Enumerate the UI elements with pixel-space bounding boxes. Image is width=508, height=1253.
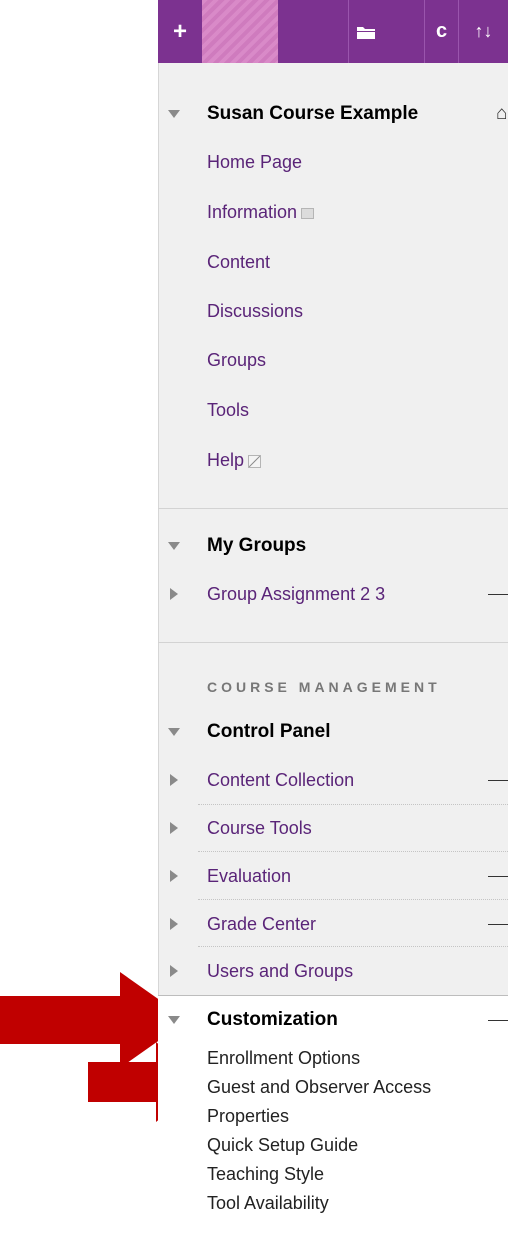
menu-dash xyxy=(488,593,508,595)
hidden-icon xyxy=(248,454,262,468)
nav-home-page[interactable]: Home Page xyxy=(207,152,302,173)
course-menu-panel: + c ↑↓ Susan Course Example ⌂ Home Page … xyxy=(158,0,508,1253)
home-icon[interactable]: ⌂ xyxy=(496,103,507,125)
divider xyxy=(158,642,508,643)
content-collection-link[interactable]: Content Collection xyxy=(207,770,354,791)
plus-icon: + xyxy=(172,17,187,45)
control-panel-title: Control Panel xyxy=(207,721,331,742)
quick-setup-guide-link[interactable]: Quick Setup Guide xyxy=(207,1135,358,1156)
nav-help-label: Help xyxy=(207,450,245,470)
evaluation-link[interactable]: Evaluation xyxy=(207,866,291,887)
nav-information-label: Information xyxy=(207,202,298,222)
properties-link[interactable]: Properties xyxy=(207,1106,289,1127)
info-icon xyxy=(301,207,315,219)
my-groups-header[interactable]: My Groups xyxy=(158,526,508,566)
customization-title: Customization xyxy=(207,1009,338,1030)
menu-dash xyxy=(488,923,508,925)
row-separator xyxy=(198,899,508,900)
my-groups-title: My Groups xyxy=(207,535,307,556)
users-and-groups-link[interactable]: Users and Groups xyxy=(207,961,353,982)
divider xyxy=(158,508,508,509)
collapse-triangle-icon[interactable] xyxy=(168,110,180,118)
guest-observer-access-link[interactable]: Guest and Observer Access xyxy=(207,1077,431,1098)
nav-groups[interactable]: Groups xyxy=(207,350,266,371)
row-separator xyxy=(198,851,508,852)
row-separator xyxy=(198,946,508,947)
enrollment-options-link[interactable]: Enrollment Options xyxy=(207,1048,360,1069)
tool-availability-link[interactable]: Tool Availability xyxy=(207,1193,329,1214)
course-tools-link[interactable]: Course Tools xyxy=(207,818,312,839)
toolbar-highlight xyxy=(202,0,278,63)
nav-tools[interactable]: Tools xyxy=(207,400,249,421)
collapse-triangle-icon[interactable] xyxy=(168,728,180,736)
course-menu-header[interactable]: Susan Course Example ⌂ xyxy=(158,94,508,134)
reorder-button[interactable]: ↑↓ xyxy=(458,0,508,63)
divider xyxy=(158,995,508,996)
nav-discussions[interactable]: Discussions xyxy=(207,301,303,322)
add-menu-item-button[interactable]: + xyxy=(158,0,202,63)
expand-triangle-icon[interactable] xyxy=(170,822,178,834)
folder-view-button[interactable] xyxy=(348,0,382,63)
expand-triangle-icon[interactable] xyxy=(170,918,178,930)
collapse-triangle-icon[interactable] xyxy=(168,1016,180,1024)
customization-header[interactable]: Customization xyxy=(158,1000,508,1040)
menu-dash xyxy=(488,779,508,781)
row-separator xyxy=(198,804,508,805)
menu-dash xyxy=(488,875,508,877)
expand-triangle-icon[interactable] xyxy=(170,774,178,786)
cp-users-and-groups[interactable]: Users and Groups xyxy=(158,951,508,991)
course-management-label: COURSE MANAGEMENT xyxy=(207,679,441,695)
grade-center-link[interactable]: Grade Center xyxy=(207,914,316,935)
teaching-style-link[interactable]: Teaching Style xyxy=(207,1164,324,1185)
course-menu-toolbar: + c ↑↓ xyxy=(158,0,508,63)
expand-triangle-icon[interactable] xyxy=(170,588,178,600)
nav-information[interactable]: Information xyxy=(207,202,315,223)
expand-triangle-icon[interactable] xyxy=(170,965,178,977)
cp-content-collection[interactable]: Content Collection xyxy=(158,760,508,800)
nav-content[interactable]: Content xyxy=(207,252,270,273)
refresh-button[interactable]: c xyxy=(424,0,458,63)
refresh-icon: c xyxy=(435,20,448,42)
nav-help[interactable]: Help xyxy=(207,450,262,471)
collapse-triangle-icon[interactable] xyxy=(168,542,180,550)
folder-icon xyxy=(356,26,375,39)
menu-dash xyxy=(488,1019,508,1021)
cp-evaluation[interactable]: Evaluation xyxy=(158,856,508,896)
group-assignment-item[interactable]: Group Assignment 2 3 xyxy=(158,574,508,614)
course-title: Susan Course Example xyxy=(207,103,419,124)
control-panel-header[interactable]: Control Panel xyxy=(158,712,508,752)
sort-icon: ↑↓ xyxy=(474,21,493,41)
expand-triangle-icon[interactable] xyxy=(170,870,178,882)
cp-course-tools[interactable]: Course Tools xyxy=(158,808,508,848)
group-assignment-link[interactable]: Group Assignment 2 3 xyxy=(207,584,385,605)
cp-grade-center[interactable]: Grade Center xyxy=(158,904,508,944)
